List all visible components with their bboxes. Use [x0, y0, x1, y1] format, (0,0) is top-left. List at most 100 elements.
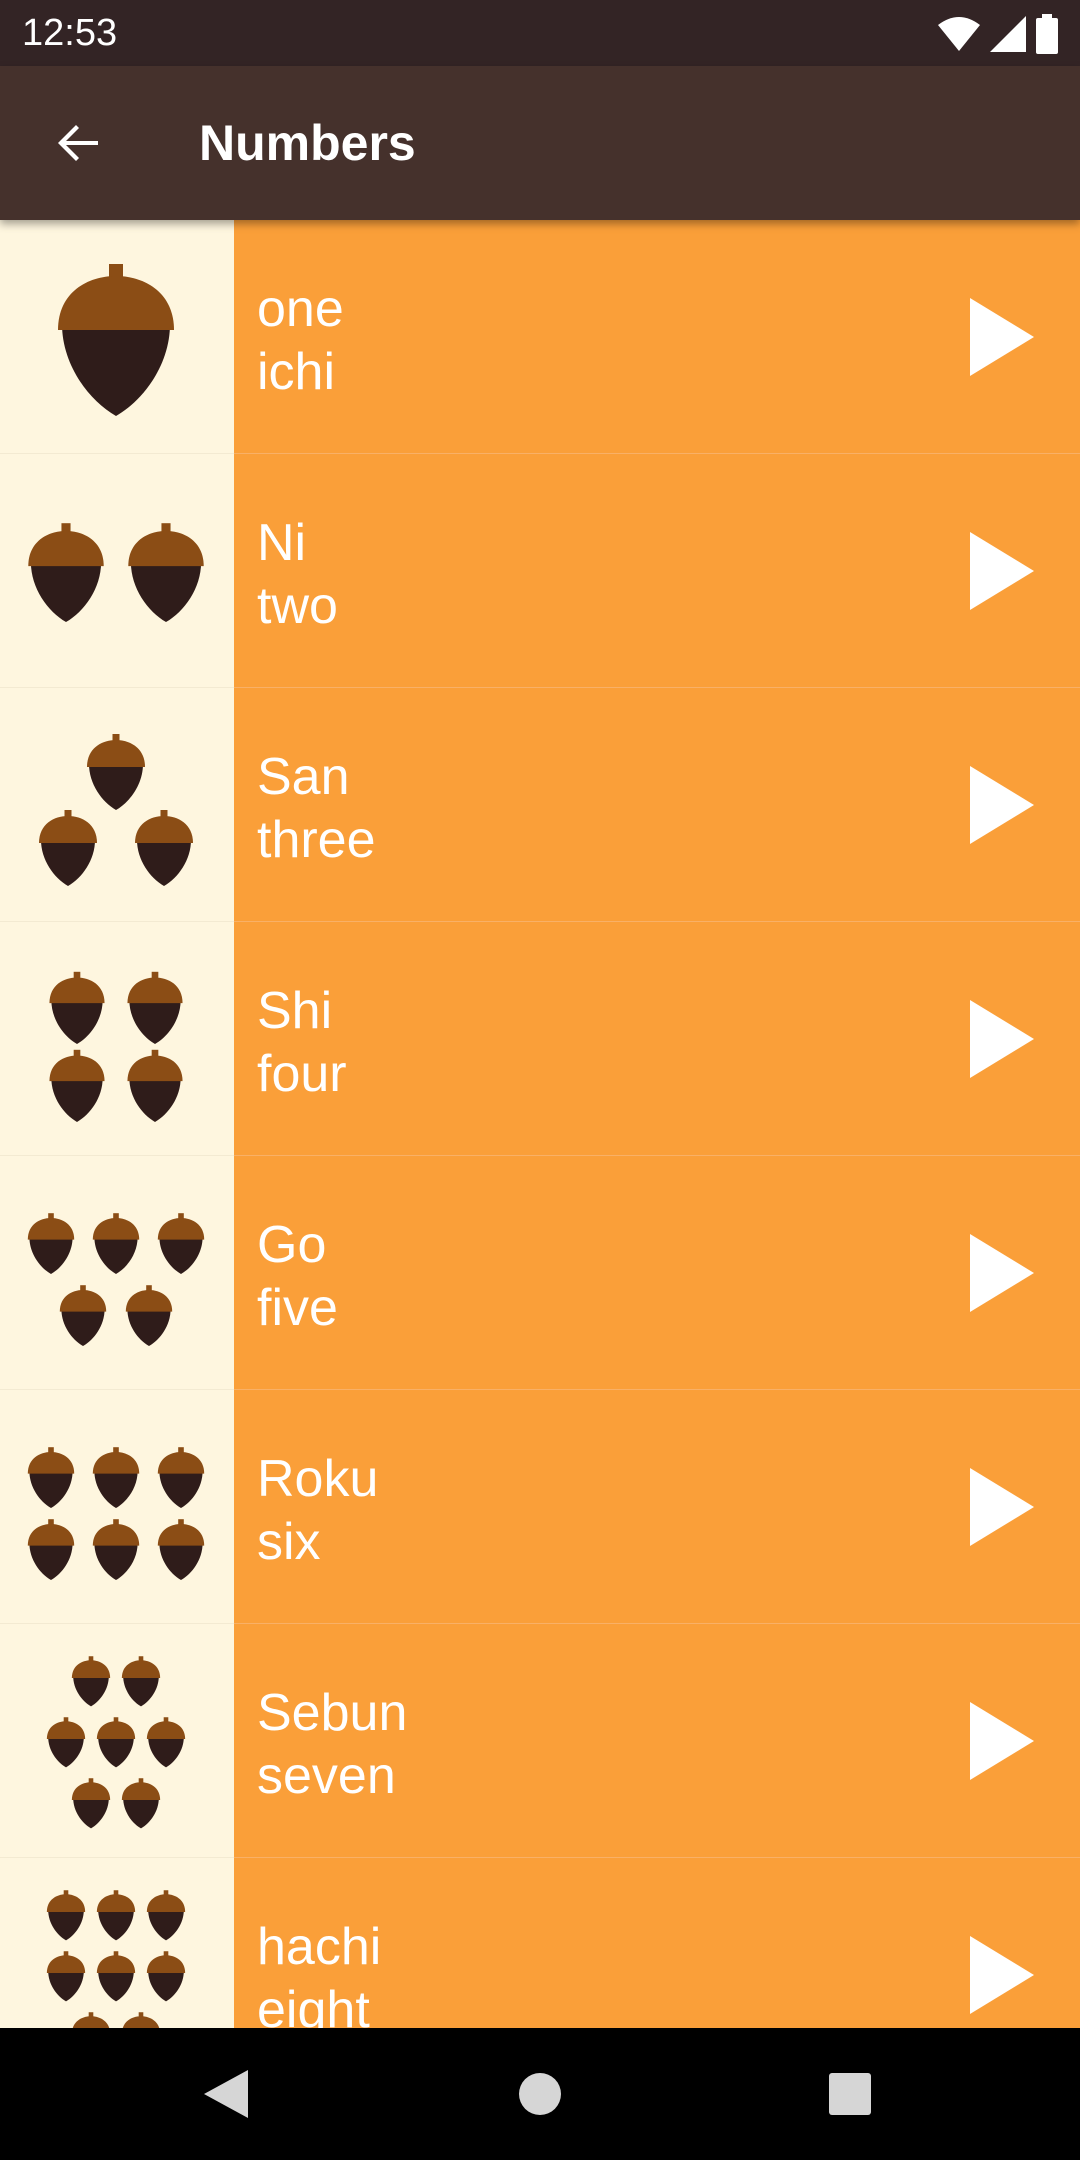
acorn-icon	[96, 1951, 136, 2002]
page-title: Numbers	[199, 115, 416, 171]
acorn-icon	[127, 1049, 183, 1122]
battery-icon	[1036, 14, 1058, 54]
acorn-icon	[71, 1778, 111, 1829]
word-secondary: ichi	[257, 343, 336, 401]
nav-home-button[interactable]	[500, 2054, 580, 2134]
list-item-body[interactable]: one ichi	[234, 220, 1080, 454]
word-secondary: seven	[257, 1747, 396, 1805]
acorn-icon	[58, 264, 174, 416]
number-list: one ichi Ni two San three Shi four Go five	[0, 220, 1080, 2028]
acorn-icon	[27, 1447, 75, 1508]
acorn-icon	[46, 1890, 86, 1941]
acorn-icon	[59, 1285, 107, 1346]
play-icon[interactable]	[970, 1702, 1034, 1780]
list-item: Roku six	[0, 1390, 1080, 1624]
word-primary: Roku	[257, 1450, 379, 1508]
back-button[interactable]	[30, 103, 126, 183]
acorn-icon	[157, 1519, 205, 1580]
play-icon[interactable]	[970, 1000, 1034, 1078]
acorn-icon	[146, 1717, 186, 1768]
acorn-icon	[157, 1447, 205, 1508]
play-icon[interactable]	[970, 1234, 1034, 1312]
acorn-icon	[92, 1519, 140, 1580]
acorn-image-3	[0, 688, 234, 922]
word-primary: Sebun	[257, 1684, 408, 1742]
acorn-image-8	[0, 1858, 234, 2028]
word-primary: Shi	[257, 982, 333, 1040]
list-item-body[interactable]: Shi four	[234, 922, 1080, 1156]
word-secondary: eight	[257, 1981, 370, 2028]
acorn-icon	[96, 1890, 136, 1941]
acorn-icon	[135, 810, 193, 886]
list-item: one ichi	[0, 220, 1080, 454]
word-primary: one	[257, 280, 344, 338]
acorn-icon	[122, 2012, 160, 2028]
play-icon[interactable]	[970, 1936, 1034, 2014]
acorn-icon	[39, 810, 97, 886]
acorn-image-7	[0, 1624, 234, 1858]
status-bar: 12:53	[0, 0, 1080, 66]
list-item-body[interactable]: Sebun seven	[234, 1624, 1080, 1858]
word-secondary: six	[257, 1513, 321, 1571]
acorn-icon	[128, 523, 204, 622]
list-item: Shi four	[0, 922, 1080, 1156]
play-icon[interactable]	[970, 1468, 1034, 1546]
play-icon[interactable]	[970, 298, 1034, 376]
list-item: Ni two	[0, 454, 1080, 688]
recents-square-icon	[829, 2073, 871, 2115]
word-secondary: three	[257, 811, 376, 869]
list-item: Sebun seven	[0, 1624, 1080, 1858]
acorn-icon	[49, 1049, 105, 1122]
acorn-image-4	[0, 922, 234, 1156]
word-primary: Ni	[257, 514, 307, 572]
play-icon[interactable]	[970, 766, 1034, 844]
list-item-body[interactable]: Ni two	[234, 454, 1080, 688]
acorn-icon	[121, 1778, 161, 1829]
status-icons	[938, 12, 1058, 56]
app-bar: Numbers	[0, 66, 1080, 220]
acorn-icon	[127, 971, 183, 1044]
nav-back-button[interactable]	[186, 2054, 266, 2134]
acorn-icon	[46, 1717, 86, 1768]
back-triangle-icon	[204, 2070, 248, 2118]
status-time: 12:53	[22, 12, 118, 54]
acorn-icon	[146, 1890, 186, 1941]
list-item-body[interactable]: Roku six	[234, 1390, 1080, 1624]
word-primary: Go	[257, 1216, 327, 1274]
acorn-icon	[146, 1951, 186, 2002]
acorn-icon	[27, 1519, 75, 1580]
word-secondary: five	[257, 1279, 338, 1337]
nav-recents-button[interactable]	[810, 2054, 890, 2134]
acorn-icon	[71, 1656, 111, 1707]
acorn-icon	[121, 1656, 161, 1707]
acorn-icon	[157, 1213, 205, 1274]
acorn-image-1	[0, 220, 234, 454]
acorn-icon	[92, 1447, 140, 1508]
acorn-image-5	[0, 1156, 234, 1390]
acorn-icon	[46, 1951, 86, 2002]
acorn-icon	[49, 971, 105, 1044]
play-icon[interactable]	[970, 532, 1034, 610]
acorn-icon	[92, 1213, 140, 1274]
acorn-image-6	[0, 1390, 234, 1624]
list-item: San three	[0, 688, 1080, 922]
navigation-bar	[0, 2028, 1080, 2160]
acorn-icon	[96, 1717, 136, 1768]
word-primary: hachi	[257, 1918, 382, 1976]
acorn-icon	[28, 523, 104, 622]
acorn-icon	[27, 1213, 75, 1274]
acorn-image-2	[0, 454, 234, 688]
wifi-icon	[938, 17, 980, 51]
cellular-signal-icon	[990, 16, 1026, 52]
list-item-body[interactable]: hachi eight	[234, 1858, 1080, 2028]
list-item: hachi eight	[0, 1858, 1080, 2028]
list-item-body[interactable]: Go five	[234, 1156, 1080, 1390]
acorn-icon	[87, 734, 145, 810]
acorn-icon	[125, 1285, 173, 1346]
home-circle-icon	[519, 2073, 561, 2115]
word-secondary: four	[257, 1045, 347, 1103]
list-item-body[interactable]: San three	[234, 688, 1080, 922]
word-secondary: two	[257, 577, 338, 635]
arrow-back-icon	[58, 125, 98, 161]
word-primary: San	[257, 748, 350, 806]
